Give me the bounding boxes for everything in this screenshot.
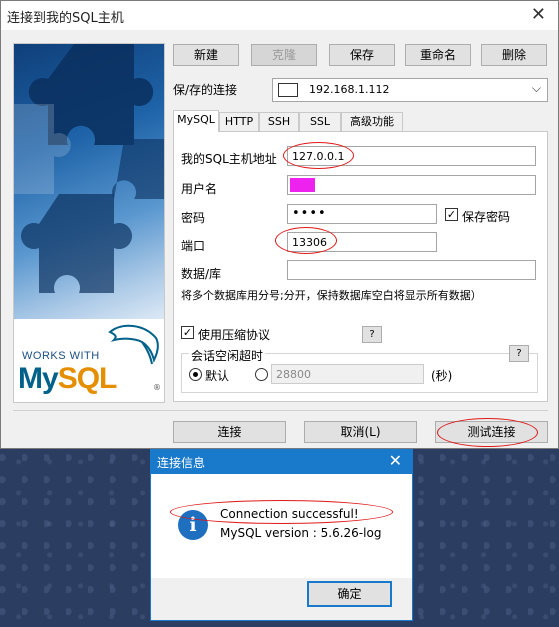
works-with-text: WORKS WITH xyxy=(22,350,100,362)
compression-help-button[interactable]: ? xyxy=(362,326,382,343)
save-password-label: 保存密码 xyxy=(462,210,511,224)
cancel-button[interactable]: 取消(L) xyxy=(304,421,417,443)
username-input[interactable] xyxy=(287,175,536,195)
chevron-down-icon: ⌵ xyxy=(531,81,541,95)
custom-timeout-radio[interactable] xyxy=(255,368,268,381)
window-title: 连接到我的SQL主机 xyxy=(7,11,124,26)
info-icon: i xyxy=(178,510,208,540)
tab-http[interactable]: HTTP xyxy=(219,112,259,132)
dialog-close-icon[interactable]: ✕ xyxy=(389,451,402,470)
delete-button[interactable]: 删除 xyxy=(481,44,547,66)
connection-window: 连接到我的SQL主机 ✕ WORKS WITH MySQL ® 新建 克隆 保存… xyxy=(0,0,559,449)
compression-checkbox[interactable]: ✓ xyxy=(181,326,194,339)
session-timeout-label: 会话空闲超时 xyxy=(189,347,266,364)
host-input[interactable]: 127.0.0.1 xyxy=(287,146,536,166)
password-label: 密码 xyxy=(181,211,206,225)
database-input[interactable] xyxy=(287,260,536,280)
close-icon[interactable]: ✕ xyxy=(531,4,546,25)
saved-connection-value: 192.168.1.112 xyxy=(309,83,390,96)
dialog-titlebar: 连接信息 ✕ xyxy=(151,450,412,474)
default-radio[interactable] xyxy=(189,368,202,381)
tab-advanced[interactable]: 高级功能 xyxy=(341,112,403,132)
redacted-username xyxy=(290,178,315,192)
clone-button[interactable]: 克隆 xyxy=(251,44,317,66)
password-input[interactable]: •••• xyxy=(287,204,437,224)
tab-mysql[interactable]: MySQL xyxy=(173,110,219,132)
database-label: 数据/库 xyxy=(181,267,222,281)
save-button[interactable]: 保存 xyxy=(329,44,395,66)
timeout-input[interactable]: 28800 xyxy=(271,364,424,384)
port-input[interactable]: 13306 xyxy=(287,232,437,252)
branding-image: WORKS WITH MySQL ® xyxy=(13,43,165,403)
timeout-help-button[interactable]: ? xyxy=(509,345,529,362)
connection-info-dialog: 连接信息 ✕ i Connection successful! MySQL ve… xyxy=(150,449,413,621)
rename-button[interactable]: 重命名 xyxy=(405,44,471,66)
tab-ssh[interactable]: SSH xyxy=(259,112,299,132)
test-connection-button[interactable]: 测试连接 xyxy=(435,421,548,443)
dialog-message-success: Connection successful! xyxy=(220,507,359,521)
mysql-logo-area: WORKS WITH MySQL ® xyxy=(14,320,164,402)
connect-button[interactable]: 连接 xyxy=(173,421,286,443)
seconds-label: (秒) xyxy=(431,369,453,383)
puzzle-artwork xyxy=(14,44,164,319)
user-label: 用户名 xyxy=(181,182,218,196)
divider xyxy=(13,410,548,411)
new-button[interactable]: 新建 xyxy=(173,44,239,66)
dolphin-icon xyxy=(108,324,159,365)
dialog-message-version: MySQL version : 5.6.26-log xyxy=(220,526,382,540)
port-label: 端口 xyxy=(181,239,206,253)
color-swatch xyxy=(278,83,298,97)
ok-button[interactable]: 确定 xyxy=(307,581,392,607)
dialog-title: 连接信息 xyxy=(157,456,206,470)
saved-connection-select[interactable]: 192.168.1.112 ⌵ xyxy=(272,78,548,102)
default-label: 默认 xyxy=(205,369,230,383)
dialog-body: i Connection successful! MySQL version :… xyxy=(151,474,412,578)
mysql-wordmark: MySQL xyxy=(18,362,117,395)
compression-label: 使用压缩协议 xyxy=(198,328,271,342)
registered-icon: ® xyxy=(153,383,161,392)
save-password-checkbox[interactable]: ✓ xyxy=(445,208,458,221)
database-hint: 将多个数据库用分号;分开，保持数据库空白将显示所有数据） xyxy=(181,289,482,302)
tab-ssl[interactable]: SSL xyxy=(299,112,341,132)
saved-connection-label: 保/存的连接 xyxy=(173,83,238,97)
window-titlebar: 连接到我的SQL主机 ✕ xyxy=(1,1,558,30)
host-label: 我的SQL主机地址 xyxy=(181,152,277,166)
